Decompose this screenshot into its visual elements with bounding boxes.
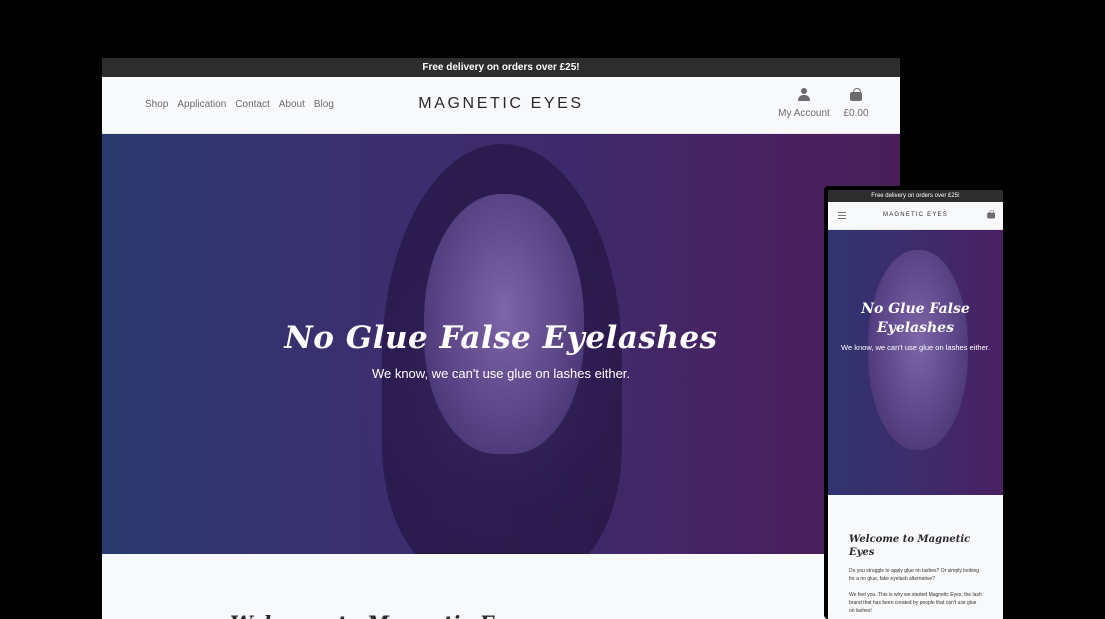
mobile-welcome-section: Welcome to Magnetic Eyes Do you struggle… xyxy=(828,495,1003,615)
hero-section: No Glue False Eyelashes We know, we can'… xyxy=(102,134,900,554)
mobile-screen: Free delivery on orders over £25! MAGNET… xyxy=(828,190,1003,619)
mobile-mockup: Free delivery on orders over £25! MAGNET… xyxy=(824,186,1007,619)
delivery-banner: Free delivery on orders over £25! xyxy=(102,58,900,77)
mobile-hero-subtitle: We know, we can't use glue on lashes eit… xyxy=(841,343,990,352)
person-icon xyxy=(798,88,810,101)
hero-title: No Glue False Eyelashes xyxy=(284,320,718,356)
shopping-bag-icon xyxy=(850,88,862,101)
mobile-cart-icon[interactable] xyxy=(987,210,995,219)
cart-total: £0.00 xyxy=(843,108,869,119)
mobile-hero: No Glue False Eyelashes We know, we can'… xyxy=(828,230,1003,495)
mobile-delivery-banner: Free delivery on orders over £25! xyxy=(828,190,1003,202)
desktop-mockup: Free delivery on orders over £25! Shop A… xyxy=(102,58,900,619)
hero-subtitle: We know, we can't use glue on lashes eit… xyxy=(371,366,631,381)
mobile-paragraph-1: Do you struggle to apply glue on lashes?… xyxy=(849,568,980,582)
site-header: Shop Application Contact About Blog MAGN… xyxy=(102,77,900,134)
welcome-heading-desktop: Welcome to Magnetic Eyes xyxy=(230,611,530,619)
mobile-header: MAGNETIC EYES xyxy=(828,202,1003,230)
my-account-label: My Account xyxy=(778,108,830,119)
mobile-welcome-heading: Welcome to Magnetic Eyes xyxy=(849,534,971,558)
my-account-link[interactable]: My Account xyxy=(774,88,834,119)
cart-link[interactable]: £0.00 xyxy=(838,88,874,119)
mobile-paragraph-2: We feel you. This is why we started Magn… xyxy=(849,592,982,614)
mobile-logo[interactable]: MAGNETIC EYES xyxy=(828,212,1003,218)
mobile-hero-title: No Glue False Eyelashes xyxy=(861,301,970,336)
